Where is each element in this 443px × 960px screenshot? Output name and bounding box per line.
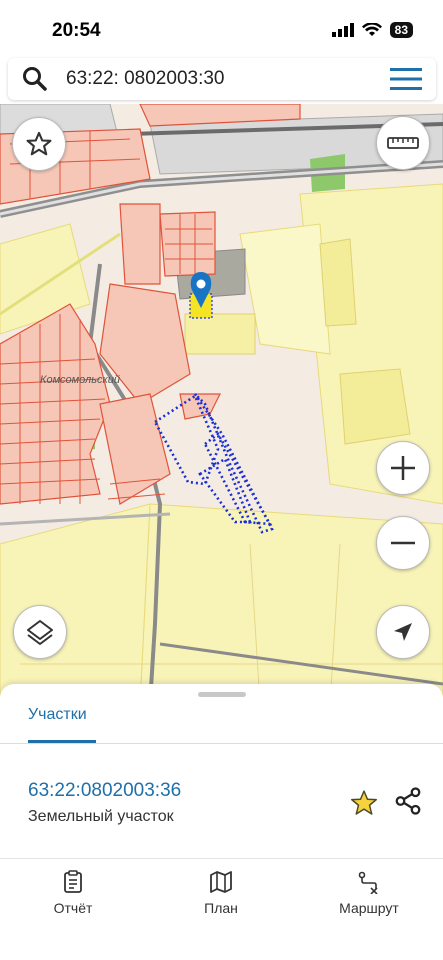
route-icon xyxy=(358,871,378,894)
bottom-sheet[interactable]: Участки 63:22:0802003:36 Земельный участ… xyxy=(0,684,443,960)
share-icon[interactable] xyxy=(393,786,423,816)
status-icons: 83 xyxy=(331,22,413,38)
search-bar[interactable]: 63:22: 0802003:30 xyxy=(8,58,436,100)
menu-icon[interactable] xyxy=(390,68,422,90)
tab-parcels[interactable]: Участки xyxy=(28,706,87,724)
navigation-arrow-icon xyxy=(394,623,412,641)
nav-route[interactable]: Маршрут xyxy=(314,870,424,916)
status-bar: 20:54 83 xyxy=(0,0,443,58)
star-outline-icon xyxy=(26,131,52,156)
nav-report[interactable]: Отчёт xyxy=(18,870,128,916)
zoom-in-button[interactable] xyxy=(376,441,430,495)
favorite-map-button[interactable] xyxy=(12,117,66,171)
plus-icon xyxy=(391,456,415,480)
nav-plan-label: План xyxy=(204,900,238,916)
bottom-navigation: Отчёт План Маршрут xyxy=(0,860,443,960)
parcel-number-link[interactable]: 63:22:0802003:36 xyxy=(28,780,181,802)
minus-icon xyxy=(391,541,415,545)
place-label: Комсомольский xyxy=(40,374,120,386)
signal-icon xyxy=(331,23,354,37)
star-icon[interactable] xyxy=(349,788,379,818)
layers-icon xyxy=(27,620,53,645)
search-input[interactable]: 63:22: 0802003:30 xyxy=(66,68,225,90)
clipboard-icon xyxy=(64,870,82,893)
zoom-out-button[interactable] xyxy=(376,516,430,570)
divider xyxy=(0,858,443,859)
ruler-icon xyxy=(387,137,419,149)
divider xyxy=(0,743,443,744)
parcel-type-label: Земельный участок xyxy=(28,808,174,825)
wifi-icon xyxy=(361,23,382,36)
map-icon xyxy=(210,871,232,893)
map-canvas[interactable] xyxy=(0,104,443,704)
status-time: 20:54 xyxy=(52,20,101,41)
sheet-drag-handle[interactable] xyxy=(198,692,246,697)
search-icon[interactable] xyxy=(22,66,48,92)
nav-plan[interactable]: План xyxy=(166,870,276,916)
layers-button[interactable] xyxy=(13,605,67,659)
nav-route-label: Маршрут xyxy=(339,900,399,916)
map-view[interactable]: Комсомольский xyxy=(0,104,443,704)
my-location-button[interactable] xyxy=(376,605,430,659)
battery-indicator: 83 xyxy=(389,22,413,38)
nav-report-label: Отчёт xyxy=(53,900,93,916)
ruler-button[interactable] xyxy=(376,116,430,170)
